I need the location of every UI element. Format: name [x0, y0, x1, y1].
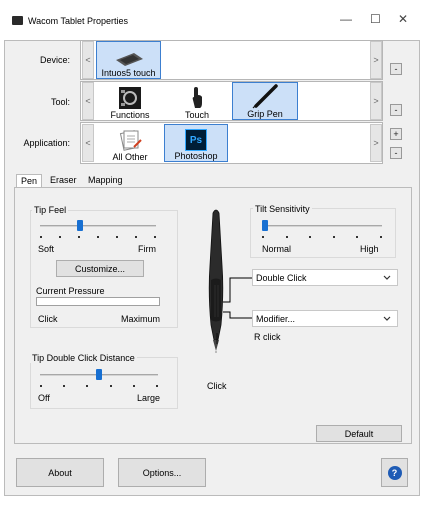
- tool-scroll-left[interactable]: <: [82, 82, 94, 120]
- double-click-distance-ticks: [40, 385, 158, 388]
- slider-tick: [63, 385, 66, 387]
- tip-feel-ticks: [40, 236, 156, 239]
- slider-tick: [116, 236, 118, 238]
- slider-tick: [262, 236, 264, 238]
- application-scroll-right[interactable]: >: [370, 124, 382, 162]
- application-tile-label: Photoshop: [174, 151, 218, 161]
- minimize-button[interactable]: —: [340, 12, 352, 26]
- slider-tick: [156, 385, 158, 387]
- slider-tick: [86, 385, 89, 387]
- slider-tick: [97, 236, 99, 238]
- slider-tick: [356, 236, 359, 238]
- tool-tile-touch[interactable]: Touch: [172, 82, 222, 120]
- help-button[interactable]: ?: [381, 458, 408, 487]
- application-add-button[interactable]: +: [390, 128, 402, 140]
- tilt-sensitivity-title: Tilt Sensitivity: [253, 204, 312, 214]
- application-label: Application:: [23, 138, 70, 148]
- slider-tick: [109, 385, 112, 387]
- double-click-distance-thumb[interactable]: [96, 369, 102, 380]
- slider-tick: [78, 236, 80, 238]
- about-button[interactable]: About: [16, 458, 104, 487]
- double-click-distance-title: Tip Double Click Distance: [30, 353, 137, 363]
- slider-tick: [285, 236, 288, 238]
- pressure-max-label: Maximum: [121, 314, 161, 324]
- close-button[interactable]: ✕: [398, 12, 408, 26]
- double-click-distance-max-label: Large: [137, 393, 161, 403]
- tool-tile-grip-pen[interactable]: Grip Pen: [232, 82, 298, 120]
- tool-label: Tool:: [50, 97, 70, 107]
- device-tile-intuos5[interactable]: Intuos5 touch: [96, 41, 161, 79]
- window-title: Wacom Tablet Properties: [28, 16, 129, 26]
- device-scroll-left[interactable]: <: [82, 41, 94, 79]
- slider-tick: [59, 236, 61, 238]
- hand-icon: [192, 87, 202, 108]
- tilt-sensitivity-track: [262, 225, 382, 227]
- tab-eraser[interactable]: Eraser: [46, 174, 81, 188]
- tilt-min-label: Normal: [262, 244, 292, 254]
- pressure-min-label: Click: [38, 314, 58, 324]
- help-icon: ?: [387, 465, 402, 480]
- application-scroll-left[interactable]: <: [82, 124, 94, 162]
- slider-tick: [380, 236, 382, 238]
- customize-button[interactable]: Customize...: [56, 260, 144, 277]
- app-icon: [12, 16, 23, 25]
- tool-tile-label: Functions: [110, 110, 150, 120]
- current-pressure-bar: [36, 297, 160, 306]
- tilt-sensitivity-thumb[interactable]: [262, 220, 268, 231]
- tablet-icon: [115, 53, 143, 66]
- slider-tick: [40, 236, 42, 238]
- double-click-distance-slider[interactable]: [40, 369, 158, 391]
- device-label: Device:: [39, 55, 70, 65]
- upper-button-dropdown[interactable]: Double Click: [252, 269, 398, 286]
- device-scroll-right[interactable]: >: [370, 41, 382, 79]
- options-button[interactable]: Options...: [118, 458, 206, 487]
- double-click-distance-min-label: Off: [38, 393, 50, 403]
- tool-scroll-right[interactable]: >: [370, 82, 382, 120]
- slider-tick: [132, 385, 135, 387]
- tip-feel-min-label: Soft: [38, 244, 55, 254]
- tip-feel-thumb[interactable]: [77, 220, 84, 231]
- chevron-down-icon: [383, 316, 391, 321]
- lower-button-dropdown[interactable]: Modifier...: [252, 310, 398, 327]
- all-other-apps-icon: [119, 130, 142, 151]
- chevron-down-icon: [383, 275, 391, 280]
- slider-tick: [154, 236, 156, 238]
- device-remove-button[interactable]: -: [390, 63, 402, 75]
- tilt-sensitivity-slider[interactable]: [262, 220, 382, 242]
- application-remove-button[interactable]: -: [390, 147, 402, 159]
- pen-tip-label: Click: [207, 381, 227, 391]
- slider-tick: [40, 385, 42, 387]
- current-pressure-title: Current Pressure: [36, 286, 105, 296]
- tip-feel-title: Tip Feel: [32, 205, 69, 215]
- photoshop-icon: Ps: [185, 129, 207, 151]
- slider-tick: [309, 236, 312, 238]
- tool-tile-functions[interactable]: Functions: [104, 82, 156, 120]
- tab-mapping[interactable]: Mapping: [84, 174, 127, 188]
- title-bar: Wacom Tablet Properties — ☐ ✕: [0, 0, 428, 40]
- application-tile-label: All Other: [112, 152, 148, 162]
- slider-tick: [135, 236, 137, 238]
- maximize-button[interactable]: ☐: [370, 12, 381, 26]
- application-tile-all-other[interactable]: All Other: [104, 124, 156, 162]
- tool-tile-label: Grip Pen: [247, 109, 283, 119]
- functions-icon: [119, 87, 141, 109]
- pen-icon: [252, 84, 278, 109]
- tool-tile-label: Touch: [184, 110, 210, 120]
- tool-remove-button[interactable]: -: [390, 104, 402, 116]
- tip-feel-slider[interactable]: [40, 220, 156, 242]
- upper-button-value: Double Click: [256, 272, 307, 283]
- tilt-max-label: High: [360, 244, 379, 254]
- application-tile-photoshop[interactable]: Ps Photoshop: [164, 124, 228, 162]
- tip-feel-max-label: Firm: [138, 244, 156, 254]
- tip-feel-track: [40, 225, 156, 227]
- tilt-sensitivity-ticks: [262, 236, 382, 239]
- device-tile-label: Intuos5 touch: [101, 68, 156, 78]
- lower-button-value: Modifier...: [256, 313, 296, 324]
- lower-button-modifier-detail: R click: [254, 332, 281, 342]
- slider-tick: [332, 236, 335, 238]
- tab-pen[interactable]: Pen: [16, 174, 43, 188]
- default-button[interactable]: Default: [316, 425, 402, 442]
